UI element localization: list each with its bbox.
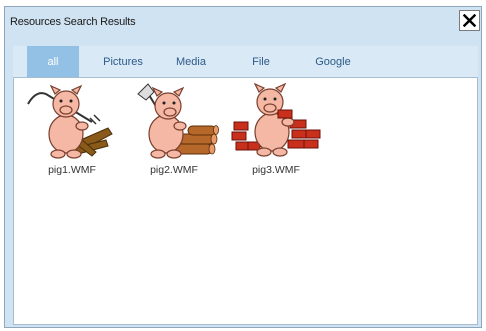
result-item-pig2[interactable]: pig2.WMF <box>128 82 220 176</box>
tab-google[interactable]: Google <box>305 46 361 77</box>
title-bar: Resources Search Results <box>5 7 481 39</box>
tab-pictures[interactable]: Pictures <box>93 46 153 77</box>
pig-with-bricks-icon <box>231 82 321 157</box>
result-item-label: pig2.WMF <box>150 164 198 176</box>
tab-bar: all Pictures Media File Google <box>13 46 478 77</box>
result-item-pig1[interactable]: pig1.WMF <box>26 82 118 176</box>
tab-media[interactable]: Media <box>169 46 213 77</box>
results-panel: pig1.WMF pig2.WMF pig3.WMF <box>13 77 478 325</box>
pig-with-straw-icon <box>27 84 113 159</box>
result-item-pig3[interactable]: pig3.WMF <box>230 82 322 176</box>
tab-pictures-label: Pictures <box>103 55 143 68</box>
close-icon <box>463 14 476 27</box>
tab-file[interactable]: File <box>241 46 281 77</box>
window-title: Resources Search Results <box>10 16 136 28</box>
pig-with-sticks-icon <box>137 83 219 159</box>
result-item-label: pig3.WMF <box>252 164 300 176</box>
tab-media-label: Media <box>176 55 206 68</box>
tab-all[interactable]: all <box>27 46 79 77</box>
tab-all-label: all <box>47 55 59 68</box>
resources-search-window: Resources Search Results all Pictures Me… <box>4 6 482 328</box>
tab-google-label: Google <box>315 55 351 68</box>
tab-file-label: File <box>252 55 270 68</box>
close-button[interactable] <box>459 10 480 31</box>
result-item-label: pig1.WMF <box>48 164 96 176</box>
